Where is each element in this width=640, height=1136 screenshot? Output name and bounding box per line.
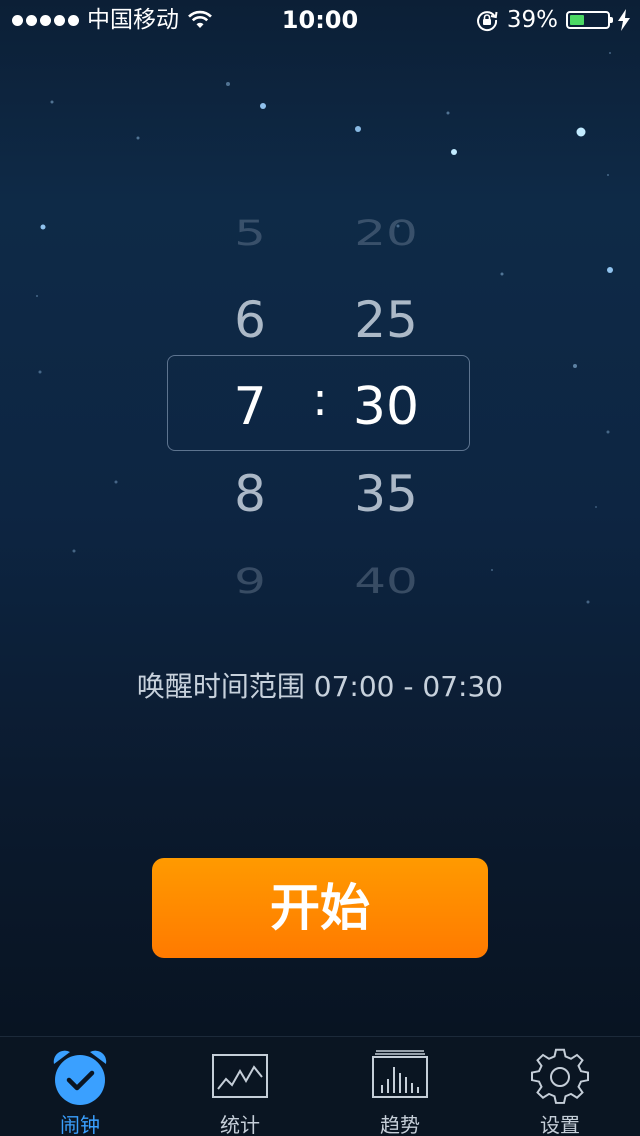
tab-trends[interactable]: 趋势 [320,1037,480,1136]
charging-bolt-icon [618,9,630,31]
battery-icon [566,11,613,29]
gear-icon [531,1048,589,1104]
minute-option[interactable]: 20 [316,203,456,264]
minute-wheel[interactable]: 20 25 30 35 40 [316,190,456,625]
tab-bar: 闹钟 统计 趋势 设置 [0,1036,640,1136]
time-picker[interactable]: 5 6 7 8 9 : 20 25 30 35 40 [0,190,640,610]
minute-option[interactable]: 40 [316,551,456,612]
hour-option[interactable]: 9 [180,551,320,612]
alarm-screen: 中国移动 10:00 39% 5 6 7 8 9: 20 25 30 35 4… [0,0,640,1136]
tab-alarm[interactable]: 闹钟 [0,1037,160,1136]
status-bar: 中国移动 10:00 39% [0,0,640,40]
hour-selected[interactable]: 7 [180,364,320,451]
hour-wheel[interactable]: 5 6 7 8 9 [180,190,320,625]
hour-option[interactable]: 6 [180,277,320,364]
line-chart-icon [212,1054,268,1098]
tab-label: 设置 [540,1113,580,1136]
tab-label: 统计 [220,1113,260,1136]
rotation-lock-icon [476,11,498,32]
tab-label: 趋势 [380,1113,420,1136]
tab-label: 闹钟 [60,1113,100,1136]
tab-statistics[interactable]: 统计 [160,1037,320,1136]
tab-settings[interactable]: 设置 [480,1037,640,1136]
status-right: 39% [475,6,630,34]
wake-time-range: 唤醒时间范围 07:00 - 07:30 [136,670,504,703]
start-button[interactable]: 开始 [152,858,488,958]
bar-chart-icon [372,1050,428,1098]
hour-option[interactable]: 5 [180,203,320,264]
minute-option[interactable]: 35 [316,451,456,538]
minute-selected[interactable]: 30 [316,364,456,451]
battery-level-fill [570,15,584,25]
alarm-clock-icon [53,1050,107,1105]
hour-option[interactable]: 8 [180,451,320,538]
battery-percentage: 39% [506,7,558,33]
minute-option[interactable]: 25 [316,277,456,364]
